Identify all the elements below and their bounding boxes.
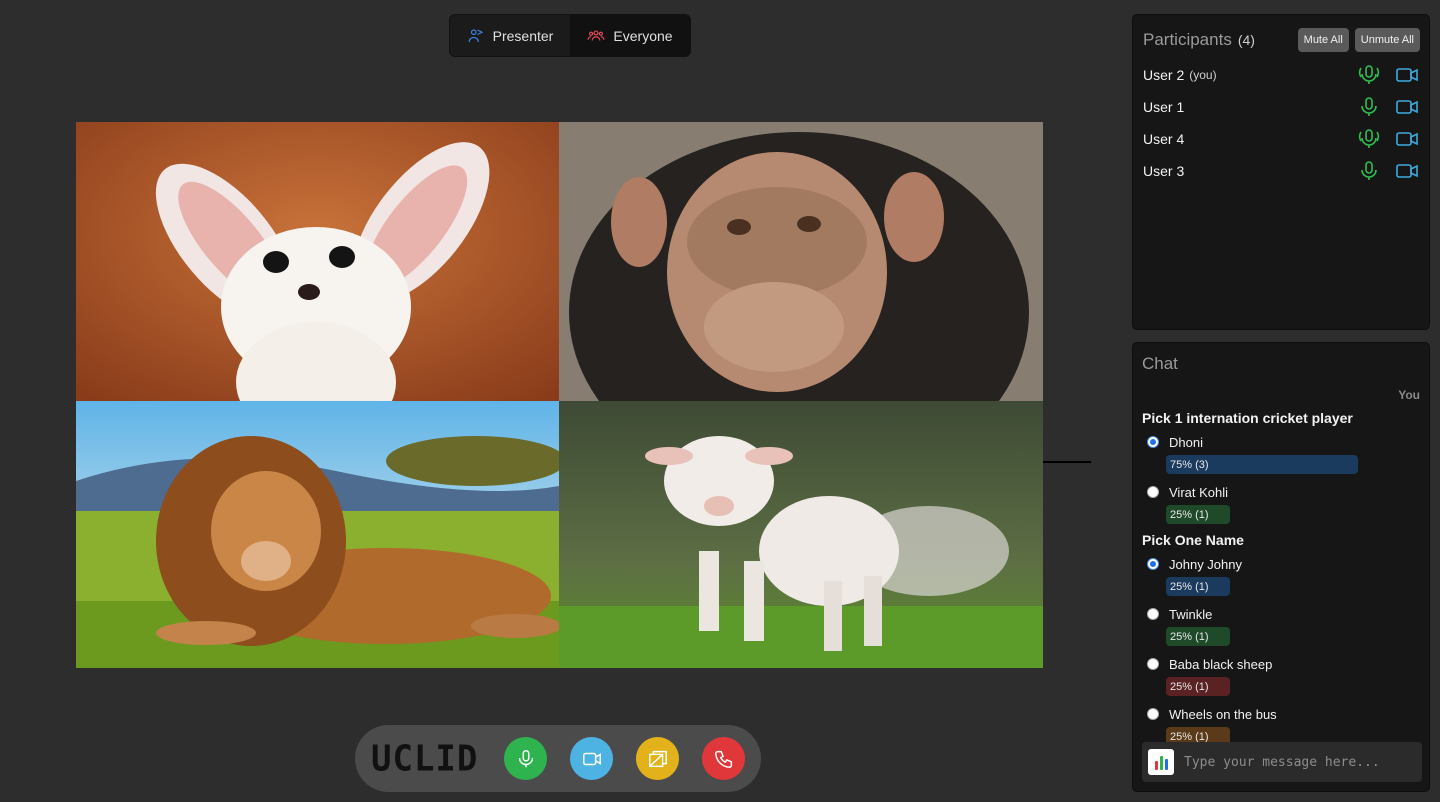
poll-result-text: 25% (1) (1170, 580, 1209, 593)
lamb-image (559, 401, 1043, 668)
fennec-fox-image (76, 122, 559, 401)
poll-result-text: 75% (3) (1170, 458, 1209, 471)
poll-option-label: Virat Kohli (1169, 484, 1229, 500)
poll: Pick One Name Johny Johny 25% (1) Twinkle 25… (1133, 532, 1429, 746)
radio-button[interactable] (1147, 658, 1159, 670)
poll-result-bar: 25% (1) (1166, 627, 1230, 646)
video-tile-chimpanzee[interactable] (559, 122, 1043, 401)
video-camera-icon[interactable] (1395, 95, 1419, 119)
participants-title: Participants (1143, 30, 1232, 49)
participant-row: User 2 (you) (1133, 59, 1429, 91)
participant-row: User 3 (1133, 155, 1429, 187)
chimpanzee-image (559, 122, 1043, 401)
video-grid (76, 122, 1043, 668)
group-icon (587, 29, 605, 41)
screen-share-icon (648, 750, 667, 767)
video-tile-lion[interactable] (76, 401, 559, 668)
poll-option-label: Wheels on the bus (1169, 706, 1277, 722)
presenter-label: Presenter (492, 27, 554, 44)
microphone-icon[interactable] (1357, 159, 1381, 183)
poll-result-text: 25% (1) (1170, 730, 1209, 743)
participant-row: User 1 (1133, 91, 1429, 123)
video-camera-icon[interactable] (1395, 63, 1419, 87)
chat-panel: Chat You Pick 1 internation cricket play… (1132, 342, 1430, 792)
chat-title: Chat (1142, 354, 1178, 373)
participant-row: User 4 (1133, 123, 1429, 155)
mic-button[interactable] (504, 737, 547, 780)
poll-icon[interactable] (1148, 749, 1174, 775)
message-input[interactable] (1184, 754, 1414, 770)
screen-share-button[interactable] (636, 737, 679, 780)
message-sender: You (1398, 388, 1420, 402)
poll-option[interactable]: Virat Kohli (1147, 482, 1420, 502)
participants-panel: Participants (4) Mute All Unmute All Use… (1132, 14, 1430, 330)
participants-count: (4) (1237, 32, 1255, 48)
poll-result-text: 25% (1) (1170, 630, 1209, 643)
video-camera-icon[interactable] (1395, 159, 1419, 183)
mic-speaking-icon[interactable] (1357, 63, 1381, 87)
participant-suffix: (you) (1189, 68, 1217, 82)
video-camera-icon (582, 752, 601, 765)
poll-option[interactable]: Twinkle (1147, 604, 1420, 624)
poll-result-bar: 25% (1) (1166, 577, 1230, 596)
unmute-all-button[interactable]: Unmute All (1354, 28, 1420, 52)
radio-button[interactable] (1147, 608, 1159, 620)
participants-header: Participants (4) Mute All Unmute All (1133, 15, 1429, 55)
poll-option-label: Baba black sheep (1169, 656, 1273, 672)
poll-result-text: 25% (1) (1170, 508, 1209, 521)
poll-result-bar: 25% (1) (1166, 677, 1230, 696)
poll-option[interactable]: Wheels on the bus (1147, 704, 1420, 724)
poll-option-label: Johny Johny (1169, 556, 1242, 572)
poll-question: Pick 1 internation cricket player (1142, 410, 1353, 426)
participant-name: User 4 (1143, 131, 1185, 147)
video-tile-lamb[interactable] (559, 401, 1043, 668)
poll-result-bar: 25% (1) (1166, 505, 1230, 524)
chat-messages: Pick 1 internation cricket player Dhoni 75… (1133, 410, 1429, 746)
participant-name: User 1 (1143, 99, 1185, 115)
poll-option-label: Twinkle (1169, 606, 1213, 622)
poll-option-label: Dhoni (1169, 434, 1203, 450)
participant-name: User 2 (1143, 67, 1185, 83)
video-tile-fennec-fox[interactable] (76, 122, 559, 401)
phone-icon (714, 750, 732, 768)
microphone-icon[interactable] (1357, 95, 1381, 119)
radio-button[interactable] (1147, 708, 1159, 720)
poll-option[interactable]: Dhoni (1147, 432, 1420, 452)
logo-text: UCLID (371, 737, 479, 780)
microphone-icon (518, 749, 533, 767)
presenter-icon (468, 28, 483, 42)
poll-option[interactable]: Johny Johny (1147, 554, 1420, 574)
hangup-button[interactable] (702, 737, 745, 780)
poll-result-text: 25% (1) (1170, 680, 1209, 693)
chat-input-bar (1142, 742, 1422, 782)
radio-button[interactable] (1147, 436, 1159, 448)
poll-question: Pick One Name (1142, 532, 1244, 548)
view-toggle: Presenter Everyone (449, 14, 691, 57)
mic-speaking-icon[interactable] (1357, 127, 1381, 151)
participant-name: User 3 (1143, 163, 1185, 179)
radio-button[interactable] (1147, 486, 1159, 498)
camera-button[interactable] (570, 737, 613, 780)
poll: Pick 1 internation cricket player Dhoni 75… (1133, 410, 1429, 524)
poll-result-bar: 75% (3) (1166, 455, 1358, 474)
poll-option[interactable]: Baba black sheep (1147, 654, 1420, 674)
mute-all-button[interactable]: Mute All (1297, 28, 1349, 52)
divider-line (1043, 461, 1091, 463)
presenter-view-button[interactable]: Presenter (450, 15, 570, 56)
lion-image (76, 401, 559, 668)
radio-button[interactable] (1147, 558, 1159, 570)
participants-list: User 2 (you) User 1 User 4 User 3 (1133, 59, 1429, 187)
uclid-logo: UCLID (371, 737, 481, 780)
call-controls-bar: UCLID (355, 725, 761, 792)
everyone-label: Everyone (613, 27, 673, 44)
everyone-view-button[interactable]: Everyone (570, 15, 690, 56)
video-camera-icon[interactable] (1395, 127, 1419, 151)
